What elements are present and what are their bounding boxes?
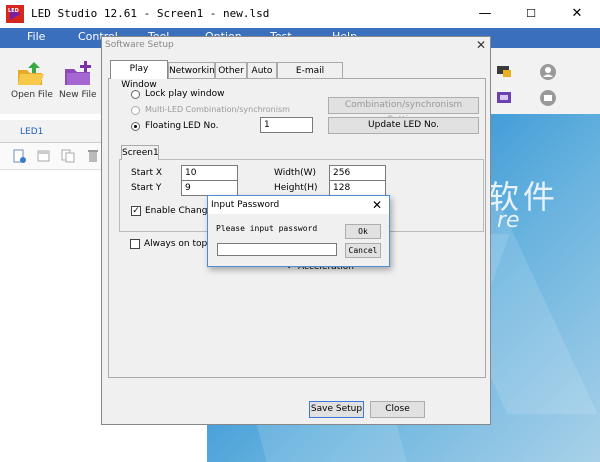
delete-icon[interactable]	[86, 149, 100, 163]
open-file-button[interactable]	[14, 60, 46, 88]
window-title: LED Studio 12.61 - Screen1 - new.lsd	[31, 7, 270, 20]
start-y-label: Start Y	[131, 183, 162, 193]
led-no-input[interactable]: 1	[260, 117, 313, 133]
tab-email-settings[interactable]: E-mail settings	[277, 62, 343, 92]
user-icon[interactable]	[540, 64, 556, 80]
cancel-button[interactable]: Cancel	[345, 243, 381, 258]
password-prompt: Please input password	[216, 224, 318, 233]
minimize-button[interactable]: —	[462, 0, 508, 28]
tab-auto[interactable]: Auto	[247, 62, 277, 78]
tab-screen1[interactable]: Screen1	[121, 145, 159, 160]
led-no-label: LED No.	[183, 121, 219, 131]
close-window-button[interactable]: ✕	[554, 0, 600, 28]
floating-radio[interactable]	[131, 122, 140, 131]
monitor-lock-icon[interactable]	[497, 66, 511, 78]
combination-setting-button[interactable]: Combination/synchronism Setting	[328, 97, 479, 125]
width-label: Width(W)	[274, 168, 317, 178]
brand-text-en: re	[497, 208, 520, 233]
monitor-settings-icon[interactable]	[497, 92, 511, 104]
tab-play-window[interactable]: Play Window	[110, 60, 168, 90]
floating-label: Floating	[145, 121, 182, 131]
height-label: Height(H)	[274, 183, 318, 193]
tab-led1[interactable]: LED1	[20, 127, 43, 137]
add-window-icon[interactable]	[37, 149, 51, 163]
password-input[interactable]	[217, 243, 337, 256]
multi-led-label: Multi-LED Combination/synchronism	[145, 105, 290, 114]
setup-close-icon[interactable]: ✕	[476, 38, 486, 52]
update-led-no-button[interactable]: Update LED No.	[328, 117, 479, 134]
width-input[interactable]: 256	[329, 165, 386, 181]
app-logo-text: LED	[8, 8, 19, 14]
new-file-button[interactable]	[62, 60, 94, 88]
app-logo-icon: LED	[6, 5, 24, 23]
menu-file[interactable]: File	[27, 30, 45, 43]
save-setup-button[interactable]: Save Setup	[309, 401, 364, 418]
maximize-button[interactable]: ☐	[508, 0, 554, 28]
new-file-label: New File	[59, 90, 97, 100]
start-x-label: Start X	[131, 168, 163, 178]
tab-other[interactable]: Other	[215, 62, 247, 78]
multi-led-radio[interactable]	[131, 106, 140, 115]
height-input[interactable]: 128	[329, 180, 386, 196]
always-on-top-checkbox[interactable]	[130, 239, 140, 249]
password-close-icon[interactable]: ✕	[372, 198, 382, 212]
info-icon[interactable]	[540, 90, 556, 106]
tab-networking[interactable]: Networking	[168, 62, 221, 78]
lock-play-window-label: Lock play window	[145, 89, 225, 99]
password-dialog-title: Input Password	[211, 200, 280, 210]
ok-button[interactable]: Ok	[345, 224, 381, 239]
setup-dialog-title: Software Setup	[105, 40, 174, 50]
open-folder-icon	[18, 62, 44, 85]
close-button[interactable]: Close	[370, 401, 425, 418]
start-y-input[interactable]: 9	[181, 180, 238, 196]
add-page-icon[interactable]	[12, 149, 26, 163]
open-file-label: Open File	[11, 90, 53, 100]
start-x-input[interactable]: 10	[181, 165, 238, 181]
copy-icon[interactable]	[61, 149, 75, 163]
always-on-top-label: Always on top	[144, 239, 208, 249]
new-folder-icon	[65, 61, 91, 85]
enable-change-checkbox[interactable]: ✓	[131, 206, 141, 216]
